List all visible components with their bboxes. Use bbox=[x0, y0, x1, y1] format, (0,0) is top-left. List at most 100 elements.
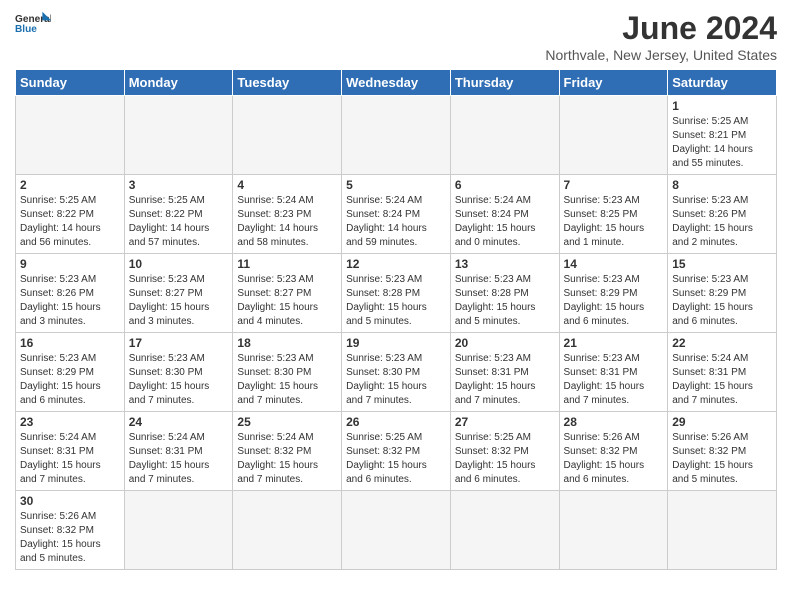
calendar-cell: 17Sunrise: 5:23 AM Sunset: 8:30 PM Dayli… bbox=[124, 333, 233, 412]
day-info: Sunrise: 5:25 AM Sunset: 8:21 PM Dayligh… bbox=[672, 115, 772, 171]
header-friday: Friday bbox=[559, 70, 668, 96]
day-info: Sunrise: 5:23 AM Sunset: 8:30 PM Dayligh… bbox=[237, 352, 337, 408]
day-number: 21 bbox=[564, 336, 664, 350]
day-number: 26 bbox=[346, 415, 446, 429]
day-info: Sunrise: 5:24 AM Sunset: 8:31 PM Dayligh… bbox=[129, 431, 229, 487]
day-info: Sunrise: 5:26 AM Sunset: 8:32 PM Dayligh… bbox=[20, 510, 120, 566]
day-info: Sunrise: 5:23 AM Sunset: 8:31 PM Dayligh… bbox=[455, 352, 555, 408]
svg-text:Blue: Blue bbox=[15, 24, 37, 35]
day-number: 8 bbox=[672, 178, 772, 192]
calendar-cell bbox=[559, 96, 668, 175]
header-thursday: Thursday bbox=[450, 70, 559, 96]
calendar-week-row: 1 Sunrise: 5:25 AM Sunset: 8:21 PM Daylig… bbox=[16, 96, 777, 175]
day-info: Sunrise: 5:23 AM Sunset: 8:29 PM Dayligh… bbox=[672, 273, 772, 329]
location: Northvale, New Jersey, United States bbox=[545, 47, 777, 63]
day-number: 19 bbox=[346, 336, 446, 350]
day-number: 1 bbox=[672, 99, 772, 113]
calendar-cell bbox=[559, 491, 668, 570]
header-sunday: Sunday bbox=[16, 70, 125, 96]
calendar-cell bbox=[124, 96, 233, 175]
day-number: 10 bbox=[129, 257, 229, 271]
calendar-cell: 28Sunrise: 5:26 AM Sunset: 8:32 PM Dayli… bbox=[559, 412, 668, 491]
calendar-cell: 18 Sunrise: 5:23 AM Sunset: 8:30 PM Dayli… bbox=[233, 333, 342, 412]
calendar-week-row: 2 Sunrise: 5:25 AM Sunset: 8:22 PM Daylig… bbox=[16, 175, 777, 254]
day-info: Sunrise: 5:25 AM Sunset: 8:32 PM Dayligh… bbox=[346, 431, 446, 487]
calendar-cell bbox=[342, 491, 451, 570]
calendar-cell: 14Sunrise: 5:23 AM Sunset: 8:29 PM Dayli… bbox=[559, 254, 668, 333]
day-number: 18 bbox=[237, 336, 337, 350]
calendar-week-row: 30Sunrise: 5:26 AM Sunset: 8:32 PM Dayli… bbox=[16, 491, 777, 570]
day-number: 29 bbox=[672, 415, 772, 429]
day-info: Sunrise: 5:24 AM Sunset: 8:23 PM Dayligh… bbox=[237, 194, 337, 250]
calendar-cell: 20 Sunrise: 5:23 AM Sunset: 8:31 PM Dayli… bbox=[450, 333, 559, 412]
header-wednesday: Wednesday bbox=[342, 70, 451, 96]
header: General Blue June 2024 Northvale, New Je… bbox=[15, 10, 777, 63]
day-info: Sunrise: 5:23 AM Sunset: 8:30 PM Dayligh… bbox=[346, 352, 446, 408]
calendar-cell: 13Sunrise: 5:23 AM Sunset: 8:28 PM Dayli… bbox=[450, 254, 559, 333]
day-info: Sunrise: 5:25 AM Sunset: 8:22 PM Dayligh… bbox=[129, 194, 229, 250]
day-number: 27 bbox=[455, 415, 555, 429]
calendar-cell bbox=[233, 96, 342, 175]
day-info: Sunrise: 5:24 AM Sunset: 8:24 PM Dayligh… bbox=[346, 194, 446, 250]
calendar-cell: 5 Sunrise: 5:24 AM Sunset: 8:24 PM Daylig… bbox=[342, 175, 451, 254]
calendar-cell: 7 Sunrise: 5:23 AM Sunset: 8:25 PM Daylig… bbox=[559, 175, 668, 254]
header-monday: Monday bbox=[124, 70, 233, 96]
calendar-cell: 23 Sunrise: 5:24 AM Sunset: 8:31 PM Dayli… bbox=[16, 412, 125, 491]
calendar-cell: 9Sunrise: 5:23 AM Sunset: 8:26 PM Daylig… bbox=[16, 254, 125, 333]
calendar-cell: 21 Sunrise: 5:23 AM Sunset: 8:31 PM Dayli… bbox=[559, 333, 668, 412]
day-number: 16 bbox=[20, 336, 120, 350]
month-title: June 2024 bbox=[545, 10, 777, 47]
day-info: Sunrise: 5:23 AM Sunset: 8:27 PM Dayligh… bbox=[129, 273, 229, 329]
calendar-cell: 11Sunrise: 5:23 AM Sunset: 8:27 PM Dayli… bbox=[233, 254, 342, 333]
calendar-cell bbox=[342, 96, 451, 175]
calendar-cell: 12Sunrise: 5:23 AM Sunset: 8:28 PM Dayli… bbox=[342, 254, 451, 333]
day-number: 6 bbox=[455, 178, 555, 192]
header-tuesday: Tuesday bbox=[233, 70, 342, 96]
day-number: 7 bbox=[564, 178, 664, 192]
day-info: Sunrise: 5:24 AM Sunset: 8:32 PM Dayligh… bbox=[237, 431, 337, 487]
calendar-cell: 4 Sunrise: 5:24 AM Sunset: 8:23 PM Daylig… bbox=[233, 175, 342, 254]
calendar-week-row: 16Sunrise: 5:23 AM Sunset: 8:29 PM Dayli… bbox=[16, 333, 777, 412]
day-info: Sunrise: 5:26 AM Sunset: 8:32 PM Dayligh… bbox=[672, 431, 772, 487]
day-number: 2 bbox=[20, 178, 120, 192]
day-info: Sunrise: 5:23 AM Sunset: 8:25 PM Dayligh… bbox=[564, 194, 664, 250]
calendar-cell: 19 Sunrise: 5:23 AM Sunset: 8:30 PM Dayli… bbox=[342, 333, 451, 412]
header-saturday: Saturday bbox=[668, 70, 777, 96]
calendar-table: Sunday Monday Tuesday Wednesday Thursday… bbox=[15, 69, 777, 570]
calendar-week-row: 9Sunrise: 5:23 AM Sunset: 8:26 PM Daylig… bbox=[16, 254, 777, 333]
day-info: Sunrise: 5:23 AM Sunset: 8:28 PM Dayligh… bbox=[346, 273, 446, 329]
calendar-cell bbox=[16, 96, 125, 175]
day-number: 5 bbox=[346, 178, 446, 192]
calendar-cell bbox=[668, 491, 777, 570]
calendar-cell: 30Sunrise: 5:26 AM Sunset: 8:32 PM Dayli… bbox=[16, 491, 125, 570]
day-number: 15 bbox=[672, 257, 772, 271]
day-info: Sunrise: 5:23 AM Sunset: 8:30 PM Dayligh… bbox=[129, 352, 229, 408]
day-info: Sunrise: 5:26 AM Sunset: 8:32 PM Dayligh… bbox=[564, 431, 664, 487]
day-info: Sunrise: 5:24 AM Sunset: 8:31 PM Dayligh… bbox=[20, 431, 120, 487]
day-number: 4 bbox=[237, 178, 337, 192]
day-info: Sunrise: 5:25 AM Sunset: 8:22 PM Dayligh… bbox=[20, 194, 120, 250]
calendar-cell: 25 Sunrise: 5:24 AM Sunset: 8:32 PM Dayli… bbox=[233, 412, 342, 491]
day-number: 14 bbox=[564, 257, 664, 271]
calendar-header-row: Sunday Monday Tuesday Wednesday Thursday… bbox=[16, 70, 777, 96]
day-number: 20 bbox=[455, 336, 555, 350]
calendar-cell: 26 Sunrise: 5:25 AM Sunset: 8:32 PM Dayli… bbox=[342, 412, 451, 491]
day-info: Sunrise: 5:23 AM Sunset: 8:26 PM Dayligh… bbox=[672, 194, 772, 250]
calendar-cell: 15 Sunrise: 5:23 AM Sunset: 8:29 PM Dayli… bbox=[668, 254, 777, 333]
title-area: June 2024 Northvale, New Jersey, United … bbox=[545, 10, 777, 63]
day-number: 3 bbox=[129, 178, 229, 192]
day-info: Sunrise: 5:23 AM Sunset: 8:31 PM Dayligh… bbox=[564, 352, 664, 408]
calendar-cell bbox=[450, 491, 559, 570]
calendar-cell: 24Sunrise: 5:24 AM Sunset: 8:31 PM Dayli… bbox=[124, 412, 233, 491]
day-info: Sunrise: 5:25 AM Sunset: 8:32 PM Dayligh… bbox=[455, 431, 555, 487]
calendar-cell: 10 Sunrise: 5:23 AM Sunset: 8:27 PM Dayli… bbox=[124, 254, 233, 333]
day-number: 13 bbox=[455, 257, 555, 271]
day-number: 25 bbox=[237, 415, 337, 429]
calendar-cell bbox=[124, 491, 233, 570]
calendar-week-row: 23 Sunrise: 5:24 AM Sunset: 8:31 PM Dayli… bbox=[16, 412, 777, 491]
day-number: 23 bbox=[20, 415, 120, 429]
calendar-cell: 6 Sunrise: 5:24 AM Sunset: 8:24 PM Daylig… bbox=[450, 175, 559, 254]
calendar-cell: 16Sunrise: 5:23 AM Sunset: 8:29 PM Dayli… bbox=[16, 333, 125, 412]
calendar-cell: 2 Sunrise: 5:25 AM Sunset: 8:22 PM Daylig… bbox=[16, 175, 125, 254]
day-info: Sunrise: 5:24 AM Sunset: 8:24 PM Dayligh… bbox=[455, 194, 555, 250]
